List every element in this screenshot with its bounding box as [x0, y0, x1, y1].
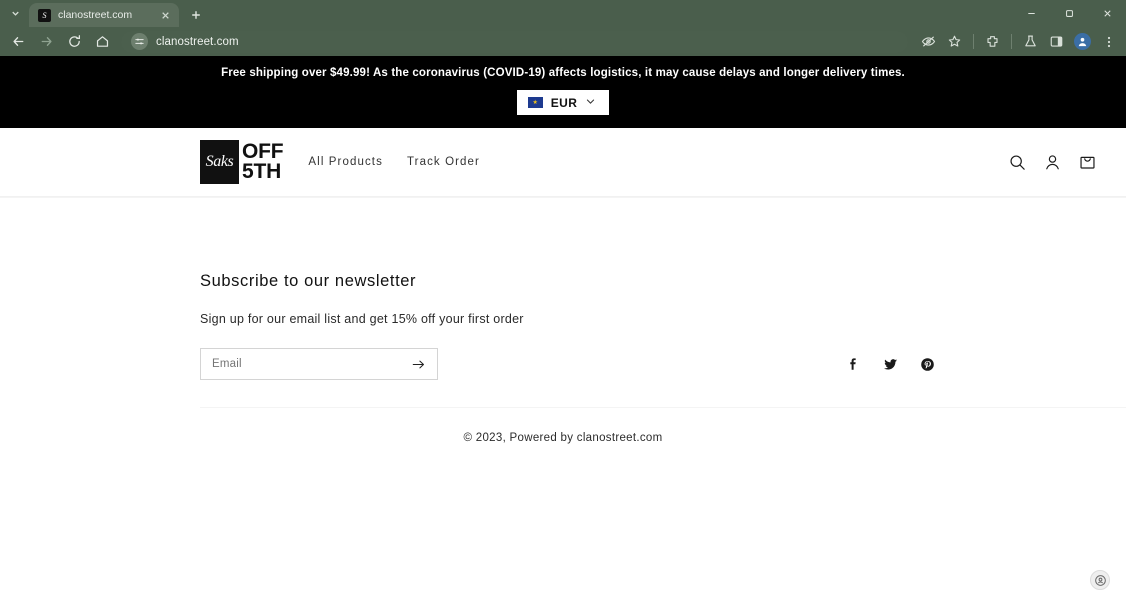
browser-chrome: S clanostreet.com: [0, 0, 1126, 56]
saks-logo-mark: Saks: [200, 140, 239, 184]
off-5th-wordmark: OFF 5TH: [242, 142, 283, 181]
newsletter-subtitle: Sign up for our email list and get 15% o…: [200, 312, 1126, 326]
site-logo[interactable]: Saks OFF 5TH: [200, 140, 283, 184]
tune-icon[interactable]: [131, 33, 148, 50]
address-bar[interactable]: clanostreet.com: [121, 31, 908, 53]
accessibility-badge-icon[interactable]: [1090, 570, 1110, 590]
nav-link-all-products[interactable]: All Products: [308, 156, 383, 168]
page-content: Free shipping over $49.99! As the corona…: [0, 56, 1126, 444]
announcement-text: Free shipping over $49.99! As the corona…: [0, 67, 1126, 79]
shopping-bag-icon[interactable]: [1077, 152, 1098, 173]
bookmark-star-icon[interactable]: [942, 29, 967, 54]
facebook-icon[interactable]: [846, 357, 861, 372]
minimize-icon[interactable]: [1012, 0, 1050, 27]
three-dot-menu-icon[interactable]: [1096, 29, 1121, 54]
currency-code: EUR: [551, 96, 578, 110]
profile-avatar-icon[interactable]: [1070, 29, 1095, 54]
currency-selector[interactable]: ★ EUR: [517, 90, 610, 115]
maximize-icon[interactable]: [1050, 0, 1088, 27]
browser-tab[interactable]: S clanostreet.com: [29, 3, 179, 27]
tab-title: clanostreet.com: [58, 9, 152, 21]
close-icon[interactable]: [159, 9, 172, 22]
search-icon[interactable]: [1007, 152, 1028, 173]
experiments-flask-icon[interactable]: [1018, 29, 1043, 54]
tab-strip: S clanostreet.com: [0, 0, 1126, 27]
new-tab-button[interactable]: [185, 4, 206, 25]
newsletter-section: Subscribe to our newsletter Sign up for …: [0, 198, 1126, 408]
newsletter-form: [200, 348, 438, 380]
logo-line-2: 5TH: [242, 162, 283, 182]
header-actions: [1007, 152, 1098, 173]
email-input[interactable]: [212, 358, 410, 370]
pinterest-icon[interactable]: [920, 357, 935, 372]
newsletter-submit-button[interactable]: [410, 356, 426, 372]
chevron-down-icon: [585, 94, 596, 112]
url-text: clanostreet.com: [156, 36, 239, 48]
close-icon[interactable]: [1088, 0, 1126, 27]
announcement-bar: Free shipping over $49.99! As the corona…: [0, 56, 1126, 128]
side-panel-icon[interactable]: [1044, 29, 1069, 54]
window-controls: [1012, 0, 1126, 27]
browser-toolbar: clanostreet.com: [0, 27, 1126, 56]
newsletter-title: Subscribe to our newsletter: [200, 272, 1126, 291]
twitter-icon[interactable]: [883, 357, 898, 372]
account-user-icon[interactable]: [1042, 152, 1063, 173]
copyright-text: © 2023, Powered by clanostreet.com: [0, 408, 1126, 444]
eye-slash-icon[interactable]: [916, 29, 941, 54]
main-navigation: All Products Track Order: [308, 156, 480, 168]
nav-link-track-order[interactable]: Track Order: [407, 156, 480, 168]
toolbar-icons: [916, 29, 1121, 54]
eu-flag-icon: ★: [528, 97, 543, 108]
tab-search-button[interactable]: [4, 2, 26, 24]
extensions-puzzle-icon[interactable]: [980, 29, 1005, 54]
reload-icon[interactable]: [61, 29, 87, 55]
social-links: [846, 357, 935, 372]
forward-arrow-icon[interactable]: [33, 29, 59, 55]
saks-favicon: S: [38, 9, 51, 22]
back-arrow-icon[interactable]: [5, 29, 31, 55]
toolbar-divider: [1011, 34, 1012, 49]
home-icon[interactable]: [89, 29, 115, 55]
site-header: Saks OFF 5TH All Products Track Order: [0, 128, 1126, 197]
toolbar-divider: [973, 34, 974, 49]
saks-wordmark: Saks: [206, 153, 234, 171]
